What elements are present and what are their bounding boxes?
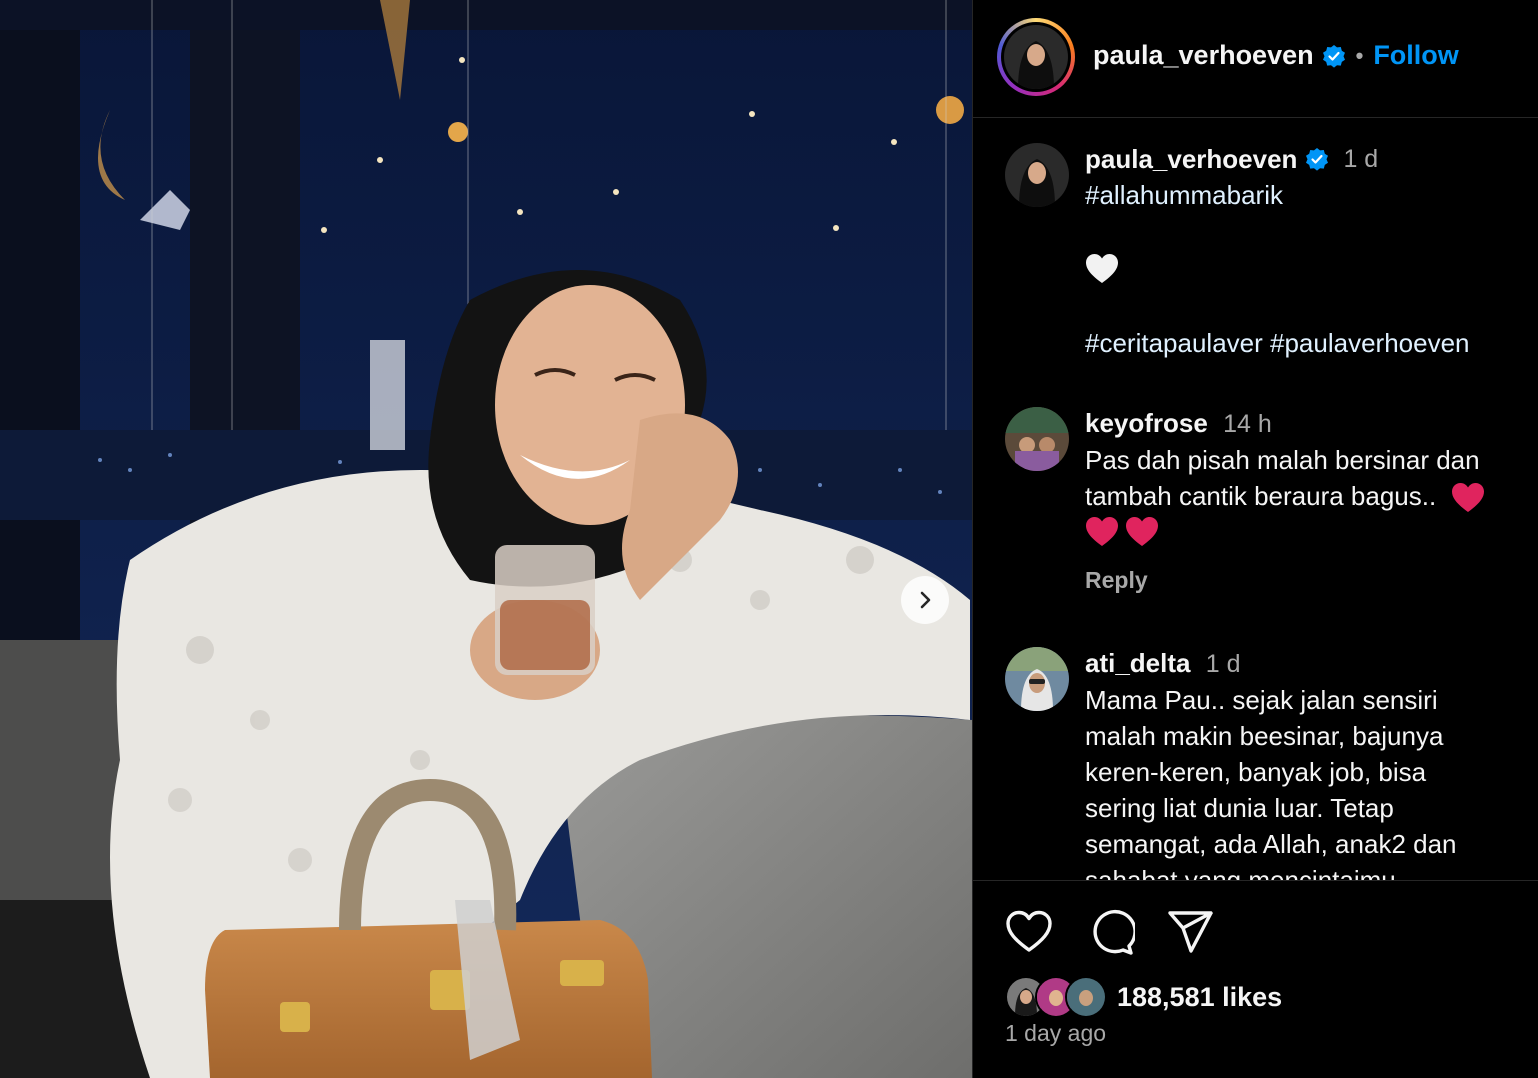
- caption-text: paula_verhoeven 1 d #allahummabarik #cer…: [1085, 141, 1517, 361]
- verified-badge-icon: [1305, 147, 1329, 171]
- comment-text: keyofrose 14 h Pas dah pisah malah bersi…: [1085, 405, 1517, 598]
- header-username[interactable]: paula_verhoeven: [1093, 40, 1314, 71]
- header-user-row: paula_verhoeven • Follow: [1093, 40, 1459, 71]
- comment-body-line: semangat, ada Allah, anak2 dan: [1085, 829, 1457, 859]
- comment-button[interactable]: [1085, 906, 1137, 958]
- caption-time[interactable]: 1 d: [1343, 141, 1378, 177]
- comment-username[interactable]: keyofrose: [1085, 408, 1208, 438]
- share-icon: [1168, 911, 1213, 953]
- post-photo: [0, 0, 972, 1078]
- comment-body-line: malah makin beesinar, bajunya: [1085, 721, 1444, 751]
- caption-hashtag-line[interactable]: #allahummabarik: [1085, 177, 1517, 213]
- next-photo-button[interactable]: [901, 576, 949, 624]
- caption-username[interactable]: paula_verhoeven: [1085, 141, 1297, 177]
- comment-emoji-line: [1085, 516, 1517, 548]
- comment-avatar-image: [1005, 407, 1069, 471]
- comment-icon: [1093, 909, 1135, 955]
- heart-icon: [1006, 910, 1052, 952]
- comment-time[interactable]: 1 d: [1206, 650, 1241, 678]
- red-heart-emoji-icon: [1086, 517, 1118, 547]
- likes-row: 188,581 likes: [1005, 975, 1282, 1019]
- like-button[interactable]: [1003, 906, 1055, 958]
- red-heart-emoji-icon: [1126, 517, 1158, 547]
- comment-body-line: sahabat yang mencintaimu: [1085, 865, 1396, 881]
- header-separator: •: [1355, 42, 1364, 68]
- comment-avatar-image: [1005, 647, 1069, 711]
- comment-body-line: Pas dah pisah malah bersinar dan: [1085, 445, 1480, 475]
- post-header: paula_verhoeven • Follow: [973, 0, 1538, 118]
- comment-body-text: tambah cantik beraura bagus..: [1085, 481, 1437, 511]
- share-button[interactable]: [1165, 906, 1217, 958]
- photo-scene: [0, 0, 972, 1078]
- red-heart-emoji-icon: [1452, 483, 1485, 513]
- comment-text: ati_delta 1 d Mama Pau.. sejak jalan sen…: [1085, 645, 1517, 881]
- post-actions: [973, 906, 1538, 966]
- comment-time[interactable]: 14 h: [1223, 410, 1272, 438]
- author-avatar[interactable]: [997, 18, 1075, 96]
- comment-body-line: keren-keren, banyak job, bisa: [1085, 757, 1427, 787]
- post-side-panel: paula_verhoeven • Follow paula_verhoeven…: [973, 0, 1538, 1078]
- comment-body-line: tambah cantik beraura bagus..: [1085, 478, 1517, 514]
- caption-hashtags[interactable]: #ceritapaulaver #paulaverhoeven: [1085, 325, 1517, 361]
- likes-count[interactable]: 188,581 likes: [1117, 982, 1282, 1013]
- white-heart-emoji-icon: [1086, 254, 1118, 283]
- comments-list[interactable]: paula_verhoeven 1 d #allahummabarik #cer…: [973, 119, 1538, 881]
- comment-body-line: sering liat dunia luar. Tetap: [1085, 793, 1394, 823]
- caption-avatar[interactable]: [1005, 143, 1069, 207]
- post-timestamp[interactable]: 1 day ago: [1005, 1020, 1106, 1047]
- verified-badge-icon: [1322, 44, 1346, 68]
- comment-avatar[interactable]: [1005, 647, 1069, 711]
- liker-avatar: [1065, 976, 1107, 1018]
- comment-username[interactable]: ati_delta: [1085, 648, 1191, 678]
- follow-button[interactable]: Follow: [1373, 40, 1458, 71]
- comment-body-line: Mama Pau.. sejak jalan sensiri: [1085, 685, 1438, 715]
- caption-emoji-line: [1085, 249, 1517, 289]
- comment-avatar[interactable]: [1005, 407, 1069, 471]
- author-avatar-image: [1004, 25, 1068, 89]
- chevron-right-icon: [920, 591, 931, 609]
- caption-avatar-image: [1005, 143, 1069, 207]
- reply-button[interactable]: Reply: [1085, 562, 1517, 598]
